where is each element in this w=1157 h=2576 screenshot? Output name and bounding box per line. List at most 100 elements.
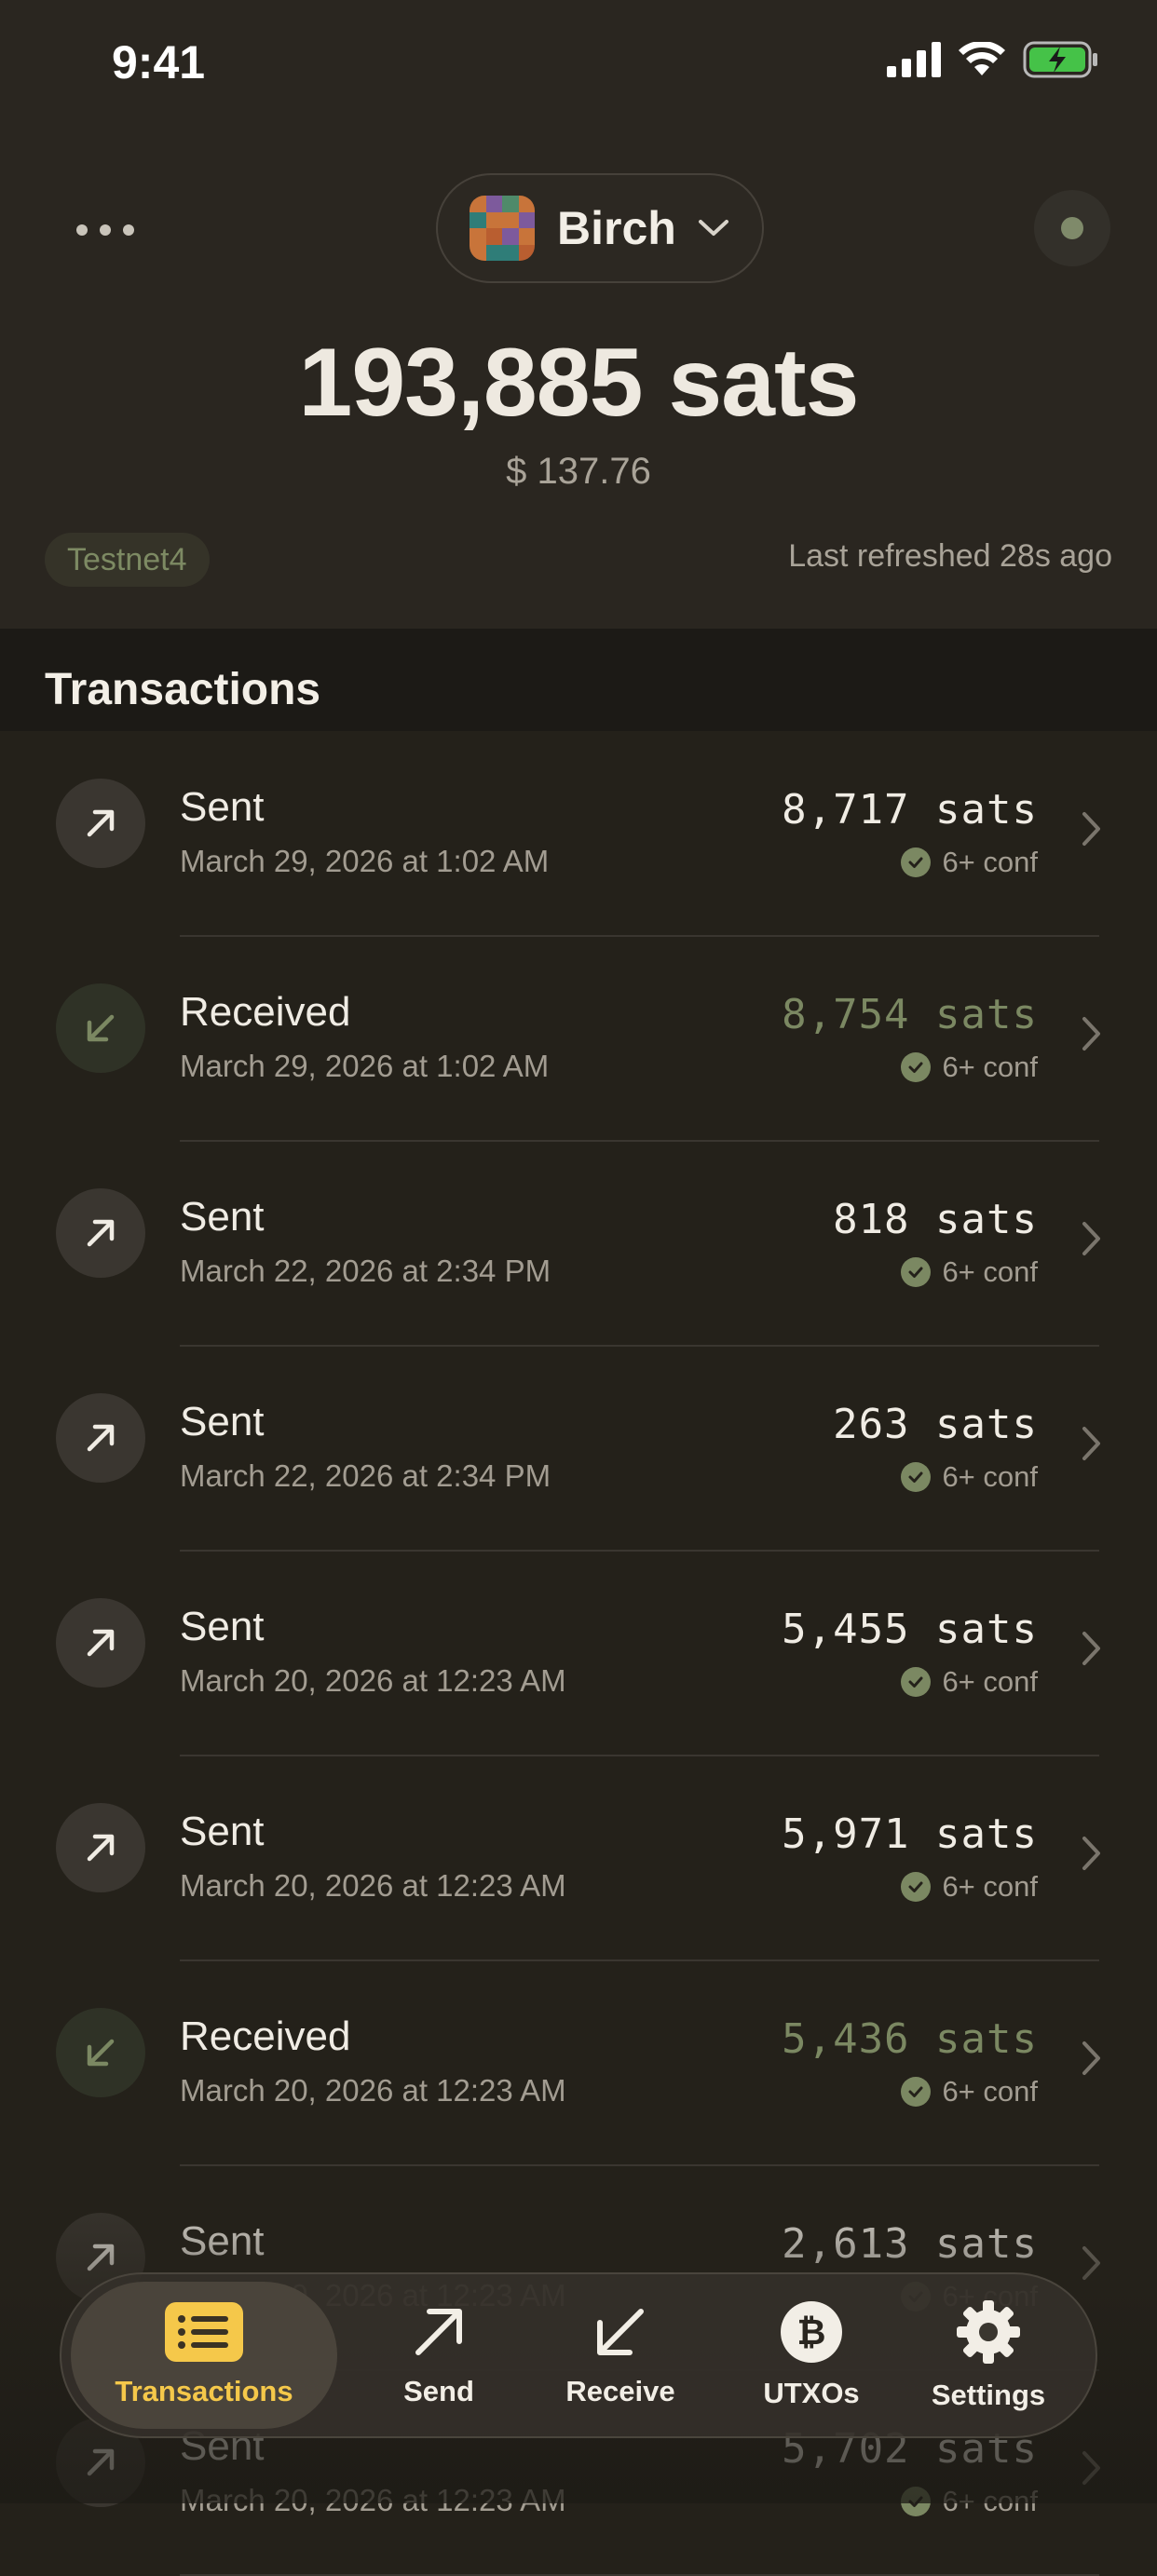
transaction-date: March 22, 2026 at 2:34 PM bbox=[180, 1254, 551, 1288]
transaction-type: Received bbox=[180, 2013, 351, 2059]
transaction-date: March 29, 2026 at 1:02 AM bbox=[180, 844, 550, 878]
wallet-header: 9:41 Birch 193,885 sats $ 137.76 Testnet… bbox=[0, 0, 1157, 629]
transaction-date: March 22, 2026 at 2:34 PM bbox=[180, 1458, 551, 1493]
transaction-row[interactable]: Received March 29, 2026 at 1:02 AM 8,754… bbox=[0, 937, 1157, 1142]
transaction-confirmations: 6+ conf bbox=[901, 1255, 1038, 1289]
transaction-confirmations: 6+ conf bbox=[901, 1460, 1038, 1494]
check-circle-icon bbox=[901, 1052, 932, 1082]
tab-label: Transactions bbox=[115, 2375, 293, 2407]
battery-charging-icon bbox=[1023, 41, 1097, 78]
transaction-amount: 818 sats bbox=[833, 1196, 1038, 1243]
check-circle-icon bbox=[901, 1667, 932, 1697]
arrow-up-right-icon bbox=[56, 1393, 145, 1483]
arrow-up-right-icon bbox=[56, 779, 145, 868]
last-refreshed-label: Last refreshed 28s ago bbox=[788, 538, 1112, 574]
fiat-balance: $ 137.76 bbox=[506, 451, 651, 492]
chevron-right-icon bbox=[1082, 1017, 1100, 1051]
check-circle-icon bbox=[901, 2077, 932, 2107]
confirmations-text: 6+ conf bbox=[942, 1665, 1038, 1698]
transaction-confirmations: 6+ conf bbox=[901, 2075, 1038, 2108]
check-circle-icon bbox=[901, 1257, 932, 1287]
transaction-type: Sent bbox=[180, 1399, 265, 1444]
tab-receive[interactable]: Receive bbox=[541, 2282, 700, 2429]
confirmations-text: 6+ conf bbox=[942, 1051, 1038, 1083]
transaction-confirmations: 6+ conf bbox=[901, 1051, 1038, 1084]
more-options-button[interactable] bbox=[76, 207, 134, 253]
chevron-right-icon bbox=[1082, 812, 1100, 846]
status-icons bbox=[887, 41, 1099, 78]
confirmations-text: 6+ conf bbox=[942, 1255, 1038, 1288]
wifi-icon bbox=[959, 42, 1005, 75]
transaction-row[interactable]: Sent March 22, 2026 at 2:34 PM 263 sats … bbox=[0, 1347, 1157, 1552]
transaction-row[interactable]: Sent March 22, 2026 at 2:34 PM 818 sats … bbox=[0, 1142, 1157, 1347]
status-time: 9:41 bbox=[112, 36, 206, 88]
arrow-down-left-icon bbox=[56, 2008, 145, 2097]
chevron-right-icon bbox=[1082, 1222, 1100, 1255]
transaction-amount: 8,754 sats bbox=[782, 991, 1038, 1038]
transaction-confirmations: 6+ conf bbox=[901, 1665, 1038, 1699]
tab-label: Receive bbox=[565, 2375, 675, 2407]
node-status-button[interactable] bbox=[1034, 190, 1110, 266]
cellular-signal-icon bbox=[887, 42, 941, 77]
transaction-row[interactable]: Sent March 20, 2026 at 12:23 AM 5,455 sa… bbox=[0, 1552, 1157, 1756]
svg-text:₿: ₿ bbox=[797, 2312, 826, 2352]
arrow-down-left-icon bbox=[56, 983, 145, 1073]
arrow-up-right-icon bbox=[56, 1803, 145, 1892]
transaction-row[interactable]: Sent March 29, 2026 at 1:02 AM 8,717 sat… bbox=[0, 732, 1157, 937]
check-circle-icon bbox=[901, 1462, 932, 1492]
confirmations-text: 6+ conf bbox=[942, 1870, 1038, 1903]
dot bbox=[100, 224, 111, 236]
transaction-type: Sent bbox=[180, 784, 265, 830]
arrow-up-right-icon bbox=[56, 1188, 145, 1278]
transaction-date: March 20, 2026 at 12:23 AM bbox=[180, 1868, 566, 1903]
wallet-selector[interactable]: Birch bbox=[436, 173, 764, 283]
transaction-amount: 5,971 sats bbox=[782, 1810, 1038, 1858]
wallet-avatar bbox=[470, 196, 535, 261]
confirmations-text: 6+ conf bbox=[942, 2075, 1038, 2108]
transaction-type: Received bbox=[180, 989, 351, 1035]
chevron-right-icon bbox=[1082, 1427, 1100, 1460]
wallet-name: Birch bbox=[557, 202, 676, 254]
wallet-balance[interactable]: 193,885 sats bbox=[0, 328, 1157, 439]
transaction-confirmations: 6+ conf bbox=[901, 1870, 1038, 1904]
transaction-type: Sent bbox=[180, 1194, 265, 1240]
confirmations-text: 6+ conf bbox=[942, 1460, 1038, 1493]
transaction-amount: 5,455 sats bbox=[782, 1606, 1038, 1653]
transaction-type: Sent bbox=[180, 1604, 265, 1649]
transaction-amount: 263 sats bbox=[833, 1401, 1038, 1448]
transaction-date: March 29, 2026 at 1:02 AM bbox=[180, 1049, 550, 1083]
tab-bar: Transactions Send Receive ₿ UTXOs Settin… bbox=[60, 2272, 1097, 2438]
tab-label: Settings bbox=[931, 2379, 1046, 2411]
tab-settings[interactable]: Settings bbox=[909, 2282, 1068, 2429]
section-title: Transactions bbox=[45, 665, 321, 714]
transaction-date: March 20, 2026 at 12:23 AM bbox=[180, 1663, 566, 1698]
gear-icon bbox=[957, 2300, 1020, 2364]
tab-send[interactable]: Send bbox=[378, 2282, 499, 2429]
chevron-right-icon bbox=[1082, 1632, 1100, 1665]
transaction-row[interactable]: Received March 20, 2026 at 12:23 AM 5,43… bbox=[0, 1961, 1157, 2166]
arrow-down-left-icon bbox=[597, 2309, 644, 2355]
check-circle-icon bbox=[901, 847, 932, 877]
transaction-amount: 5,436 sats bbox=[782, 2015, 1038, 2063]
confirmations-text: 6+ conf bbox=[942, 846, 1038, 878]
transactions-section-header: Transactions bbox=[0, 629, 1157, 731]
chevron-right-icon bbox=[1082, 1837, 1100, 1870]
tab-label: Send bbox=[403, 2375, 474, 2407]
list-icon bbox=[165, 2302, 243, 2362]
tab-transactions[interactable]: Transactions bbox=[71, 2282, 337, 2429]
dot bbox=[76, 224, 88, 236]
transaction-type: Sent bbox=[180, 1809, 265, 1854]
network-badge: Testnet4 bbox=[45, 533, 210, 587]
check-circle-icon bbox=[901, 1872, 932, 1902]
chevron-right-icon bbox=[1082, 2041, 1100, 2075]
tab-utxos[interactable]: ₿ UTXOs bbox=[742, 2282, 881, 2429]
tab-label: UTXOs bbox=[763, 2377, 860, 2409]
transaction-confirmations: 6+ conf bbox=[901, 846, 1038, 879]
dot bbox=[123, 224, 134, 236]
chevron-down-icon bbox=[698, 220, 728, 236]
arrow-up-right-icon bbox=[415, 2309, 462, 2355]
transaction-amount: 8,717 sats bbox=[782, 786, 1038, 834]
transaction-row[interactable]: Sent March 20, 2026 at 12:23 AM 5,971 sa… bbox=[0, 1756, 1157, 1961]
arrow-up-right-icon bbox=[56, 1598, 145, 1688]
transaction-date: March 20, 2026 at 12:23 AM bbox=[180, 2073, 566, 2108]
